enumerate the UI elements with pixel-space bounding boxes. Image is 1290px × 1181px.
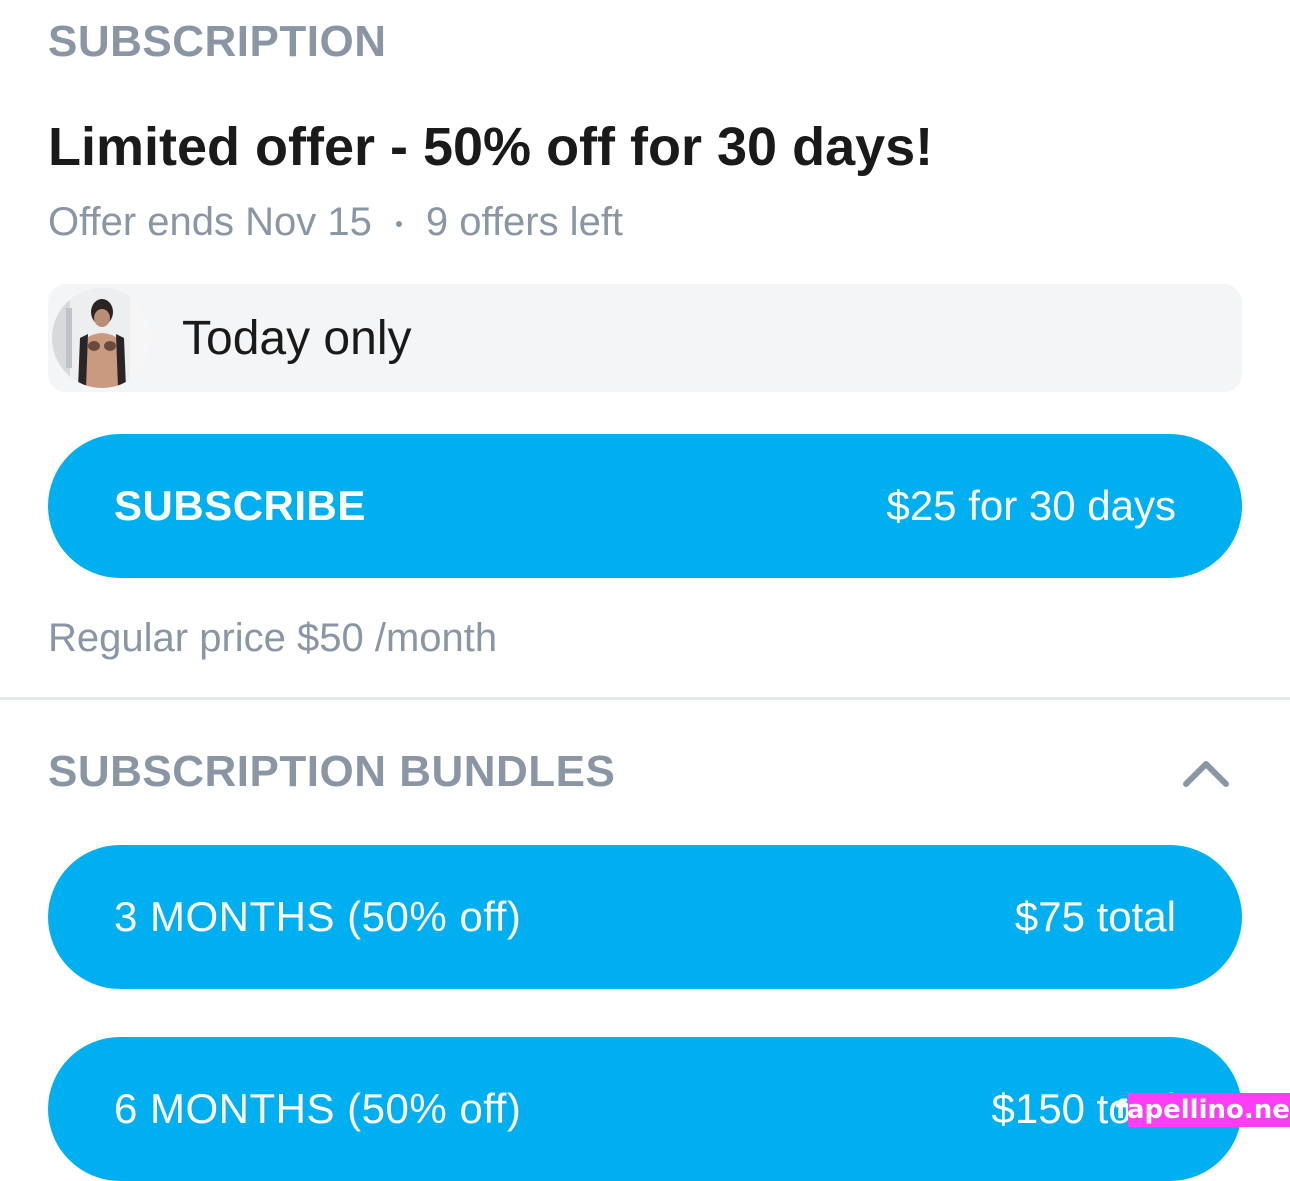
bundle-label: 3 MONTHS (50% off) — [114, 893, 522, 940]
offer-title: Limited offer - 50% off for 30 days! — [48, 117, 934, 177]
bundle-price: $75 total — [1014, 893, 1176, 940]
offer-meta: Offer ends Nov 15 9 offers left — [48, 202, 623, 242]
promo-message-box: Today only — [48, 284, 1242, 392]
separator-dot — [395, 221, 402, 227]
subscribe-button-price: $25 for 30 days — [886, 482, 1176, 529]
bundles-section-header: SUBSCRIPTION BUNDLES — [48, 747, 616, 796]
watermark-badge: fapellino.net — [1115, 1093, 1290, 1127]
chevron-up-icon[interactable] — [1180, 752, 1232, 792]
bundle-button-6-months[interactable]: 6 MONTHS (50% off) $150 total — [48, 1037, 1242, 1181]
avatar[interactable] — [52, 288, 152, 388]
bundle-label: 6 MONTHS (50% off) — [114, 1085, 522, 1132]
subscribe-button-label: SUBSCRIBE — [114, 482, 366, 529]
offers-left-text: 9 offers left — [425, 200, 624, 244]
subscription-section-header: SUBSCRIPTION — [48, 17, 387, 66]
offer-ends-text: Offer ends Nov 15 — [48, 200, 372, 244]
bundle-button-3-months[interactable]: 3 MONTHS (50% off) $75 total — [48, 845, 1242, 989]
avatar-image — [52, 288, 152, 388]
section-divider — [0, 697, 1290, 700]
regular-price-text: Regular price $50 /month — [48, 616, 498, 660]
subscribe-button[interactable]: SUBSCRIBE $25 for 30 days — [48, 434, 1242, 578]
today-only-label: Today only — [182, 311, 412, 365]
